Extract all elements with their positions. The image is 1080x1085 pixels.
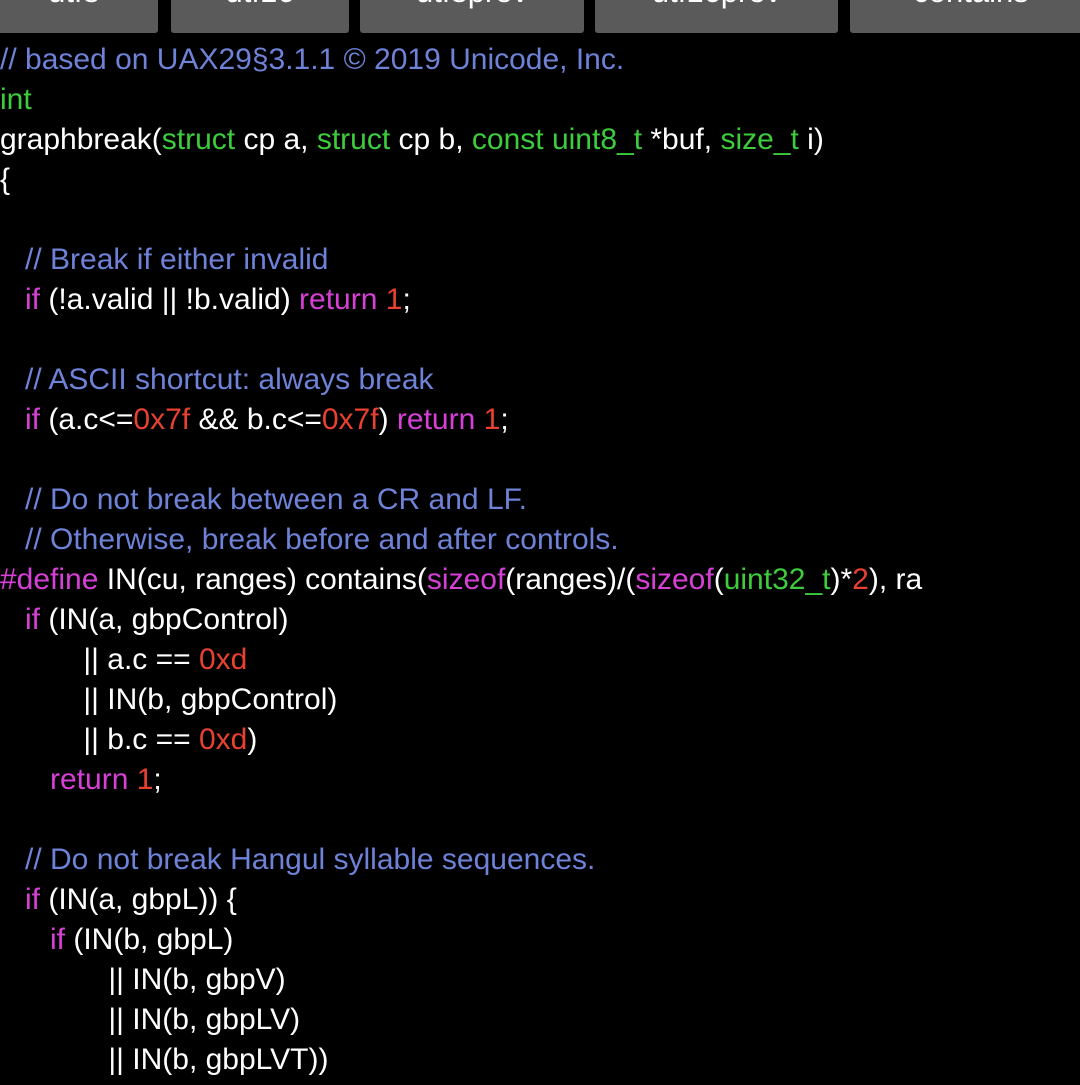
- code-text: || IN(b, gbpLVT)): [0, 1043, 329, 1076]
- code-number: 0xd: [199, 643, 248, 676]
- code-text: (a.c<=: [40, 403, 134, 436]
- code-text: (IN(a, gbpControl): [40, 603, 289, 636]
- code-type: const uint8_t: [471, 123, 643, 156]
- code-text: (IN(b, gbpL): [65, 923, 234, 956]
- code-editor[interactable]: // based on UAX29§3.1.1 © 2019 Unicode, …: [0, 40, 1080, 1085]
- code-keyword: if: [0, 923, 66, 956]
- code-line: if (IN(a, gbpL)) {: [0, 880, 237, 920]
- code-number: 1: [483, 403, 501, 436]
- code-keyword: return: [299, 283, 378, 316]
- code-keyword: #define: [0, 563, 99, 596]
- code-number: 1: [385, 283, 403, 316]
- code-text: || IN(b, gbpLV): [0, 1003, 301, 1036]
- file-tab-bar: utf8 utf16 utf8prev utf16prev contains: [0, 0, 1080, 34]
- code-comment: // Do not break Hangul syllable sequence…: [0, 843, 596, 876]
- code-text: || a.c ==: [0, 643, 199, 676]
- code-comment: // based on UAX29§3.1.1 © 2019 Unicode, …: [0, 43, 625, 76]
- code-text: && b.c<=: [190, 403, 322, 436]
- code-keyword: if: [0, 283, 41, 316]
- code-keyword: return: [0, 763, 129, 796]
- code-number: 1: [136, 763, 154, 796]
- code-number: 0x7f: [133, 403, 191, 436]
- code-text: (ranges)/(: [505, 563, 636, 596]
- code-line: || IN(b, gbpControl): [0, 680, 337, 720]
- code-line: // ASCII shortcut: always break: [0, 360, 434, 400]
- code-text: ): [378, 403, 397, 436]
- code-text: ;: [153, 763, 162, 796]
- code-keyword: if: [0, 883, 41, 916]
- code-line: #define IN(cu, ranges) contains(sizeof(r…: [0, 560, 922, 600]
- code-keyword: if: [0, 603, 41, 636]
- code-line: if (IN(b, gbpL): [0, 920, 233, 960]
- code-line: || IN(b, gbpLV): [0, 1000, 300, 1040]
- code-number: 2: [852, 563, 869, 596]
- tab-utf16prev[interactable]: utf16prev: [595, 0, 838, 33]
- code-comment: // Break if either invalid: [0, 243, 329, 276]
- tab-utf8[interactable]: utf8: [0, 0, 158, 33]
- code-line: || IN(b, gbpLVT)): [0, 1040, 328, 1080]
- tab-contains[interactable]: contains: [850, 0, 1080, 33]
- code-line: // Do not break between a CR and LF.: [0, 480, 527, 520]
- code-text: ), ra: [868, 563, 923, 596]
- code-line: // Break if either invalid: [0, 240, 328, 280]
- code-text: )*: [830, 563, 853, 596]
- code-text: ;: [500, 403, 509, 436]
- code-type: int: [0, 83, 32, 116]
- code-line: || a.c == 0xd: [0, 640, 247, 680]
- code-line: || b.c == 0xd): [0, 720, 257, 760]
- code-line: if (a.c<=0x7f && b.c<=0x7f) return 1;: [0, 400, 509, 440]
- code-text: cp b,: [390, 123, 472, 156]
- code-line: int: [0, 80, 32, 120]
- code-text: *buf,: [642, 123, 721, 156]
- code-type: struct: [316, 123, 391, 156]
- code-line: if (!a.valid || !b.valid) return 1;: [0, 280, 411, 320]
- code-comment: // Otherwise, break before and after con…: [0, 523, 619, 556]
- code-text: || IN(b, gbpControl): [0, 683, 338, 716]
- code-number: 0x7f: [321, 403, 379, 436]
- code-number: 0xd: [199, 723, 248, 756]
- code-text: (!a.valid || !b.valid): [40, 283, 300, 316]
- code-text: (: [713, 563, 724, 596]
- code-line: // Otherwise, break before and after con…: [0, 520, 619, 560]
- code-line: return 1;: [0, 760, 162, 800]
- code-text: ): [247, 723, 258, 756]
- code-keyword: sizeof: [426, 563, 506, 596]
- code-text: IN(cu, ranges) contains(: [98, 563, 427, 596]
- code-text: || b.c ==: [0, 723, 199, 756]
- code-line: if (IN(a, gbpControl): [0, 600, 288, 640]
- code-keyword: if: [0, 403, 41, 436]
- code-keyword: return: [396, 403, 476, 436]
- code-text: (IN(a, gbpL)) {: [40, 883, 237, 916]
- code-comment: // Do not break between a CR and LF.: [0, 483, 527, 516]
- code-text: graphbreak(: [0, 123, 162, 156]
- code-comment: // ASCII shortcut: always break: [0, 363, 434, 396]
- code-line: // Do not break Hangul syllable sequence…: [0, 840, 595, 880]
- tab-utf8prev[interactable]: utf8prev: [360, 0, 584, 33]
- code-type: struct: [161, 123, 236, 156]
- code-text: cp a,: [235, 123, 317, 156]
- code-text: {: [0, 163, 11, 196]
- code-text: i): [798, 123, 824, 156]
- code-line: {: [0, 160, 10, 200]
- code-type: uint32_t: [723, 563, 831, 596]
- code-line: // based on UAX29§3.1.1 © 2019 Unicode, …: [0, 40, 624, 80]
- code-line: graphbreak(struct cp a, struct cp b, con…: [0, 120, 824, 160]
- code-line: || IN(b, gbpV): [0, 960, 286, 1000]
- code-text: ;: [402, 283, 411, 316]
- tab-utf16[interactable]: utf16: [171, 0, 349, 33]
- code-type: size_t: [720, 123, 799, 156]
- code-keyword: sizeof: [635, 563, 714, 596]
- code-text: || IN(b, gbpV): [0, 963, 286, 996]
